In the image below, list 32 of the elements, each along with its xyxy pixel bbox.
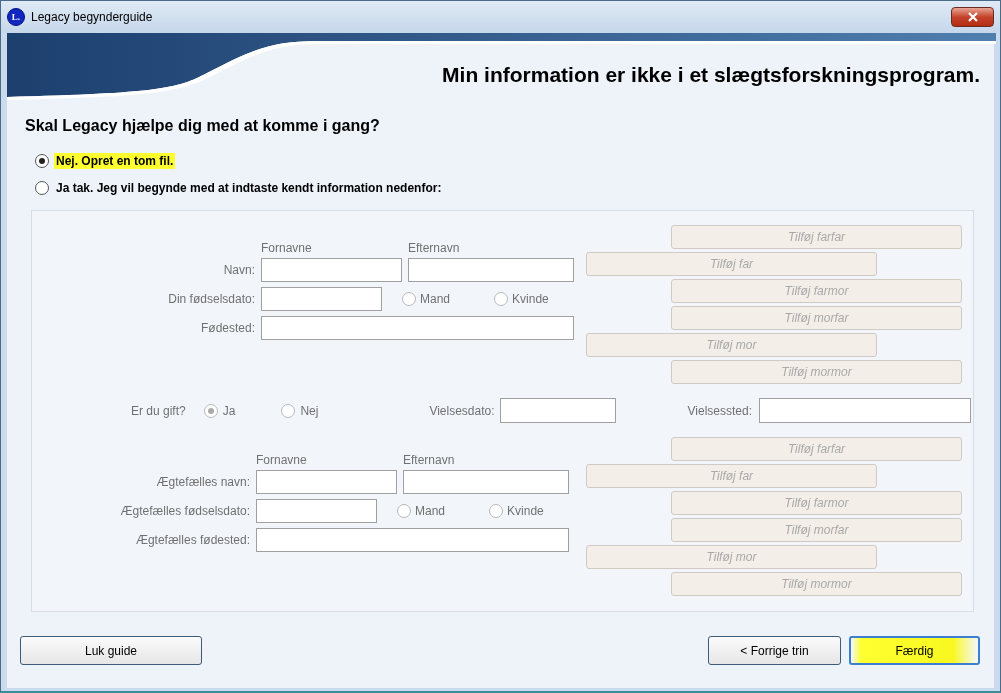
column-heading: Fornavne bbox=[256, 453, 308, 467]
radio-label: Kvinde bbox=[512, 292, 549, 306]
field-label: Vielsesdato: bbox=[429, 403, 495, 418]
field-label: Din fødselsdato: bbox=[167, 292, 255, 306]
radio-label: Ja bbox=[222, 403, 236, 418]
radio-label: Mand bbox=[420, 292, 451, 306]
back-button[interactable]: < Forrige trin bbox=[708, 636, 841, 665]
radio-button[interactable] bbox=[35, 154, 49, 168]
column-heading: Fornavne bbox=[261, 241, 313, 255]
field-label: Ægtefælles fødested: bbox=[134, 533, 250, 547]
option-label: Ja tak. Jeg vil begynde med at indtaste kendt information nedenfor: bbox=[56, 181, 442, 195]
field-label: Vielsessted: bbox=[687, 403, 753, 418]
app-logo: L. bbox=[7, 8, 25, 26]
column-heading: Efternavn bbox=[408, 241, 461, 255]
field-label: Ægtefælles navn: bbox=[155, 475, 250, 489]
radio-label: Nej bbox=[300, 403, 319, 418]
field-label: Er du gift? bbox=[131, 403, 186, 418]
close-icon bbox=[966, 12, 979, 22]
page-heading: Min information er ikke i et slægtsforskningsprogram. bbox=[442, 63, 980, 87]
window-title: Legacy begynderguide bbox=[31, 10, 153, 24]
field-label: Ægtefælles fødselsdato: bbox=[119, 504, 250, 518]
column-heading: Efternavn bbox=[403, 453, 456, 467]
close-button[interactable] bbox=[951, 7, 994, 27]
radio-label: Kvinde bbox=[507, 504, 544, 518]
question-heading: Skal Legacy hjælpe dig med at komme i gang? bbox=[25, 117, 381, 135]
radio-label: Mand bbox=[415, 504, 446, 518]
option-label: Nej. Opret en tom fil. bbox=[54, 153, 176, 169]
finish-button[interactable]: Færdig bbox=[849, 636, 980, 665]
radio-button[interactable] bbox=[35, 181, 49, 195]
close-button[interactable]: Luk guide bbox=[20, 636, 202, 665]
field-label: Fødested: bbox=[199, 321, 255, 335]
field-label: Navn: bbox=[222, 263, 255, 277]
